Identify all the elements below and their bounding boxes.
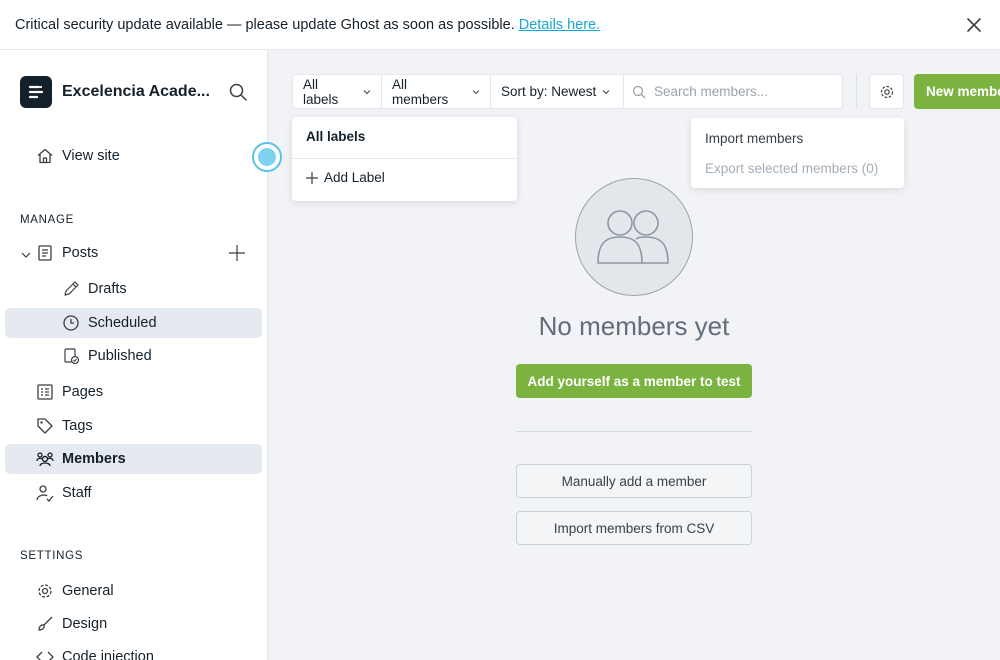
import-members-item[interactable]: Import members: [705, 131, 803, 146]
pages-icon: [36, 383, 54, 401]
gear-icon: [880, 85, 893, 98]
sidebar-item-drafts[interactable]: Drafts: [5, 274, 262, 304]
code-icon: [36, 648, 54, 660]
chevron-down-icon: [363, 89, 371, 94]
divider: [516, 431, 752, 432]
site-brand[interactable]: Excelencia Acade...: [20, 76, 210, 108]
sidebar-item-label: Scheduled: [88, 315, 157, 331]
manage-section-title: MANAGE: [20, 214, 75, 226]
search-icon: [632, 85, 646, 98]
sidebar-item-code-injection[interactable]: Code injection: [5, 642, 262, 660]
brush-icon: [36, 615, 54, 633]
sidebar-item-scheduled[interactable]: Scheduled: [5, 308, 262, 338]
sidebar-item-published[interactable]: Published: [5, 341, 262, 371]
add-label-text: Add Label: [324, 170, 385, 185]
sidebar-item-pages[interactable]: Pages: [5, 377, 262, 407]
tag-icon: [36, 417, 54, 435]
sidebar-item-label: Posts: [62, 245, 99, 261]
sidebar-item-label: Code injection: [62, 649, 154, 660]
sidebar-item-label: Published: [88, 348, 152, 364]
sidebar-item-label: Pages: [62, 384, 104, 400]
labels-dropdown: All labels Add Label: [292, 117, 517, 201]
close-icon[interactable]: [965, 16, 983, 34]
manually-add-member-button[interactable]: Manually add a member: [516, 464, 752, 498]
sidebar-item-label: Drafts: [88, 281, 127, 297]
staff-icon: [36, 484, 54, 502]
chevron-down-icon: [472, 89, 480, 94]
sidebar-item-label: View site: [62, 148, 120, 164]
toolbar-divider: [856, 74, 857, 109]
members-filter-button[interactable]: All members: [382, 74, 491, 109]
sidebar-item-members[interactable]: Members: [5, 444, 262, 474]
sidebar-item-posts[interactable]: Posts: [5, 238, 220, 268]
published-icon: [62, 347, 80, 365]
import-csv-button[interactable]: Import members from CSV: [516, 511, 752, 545]
sidebar-item-label: Tags: [62, 418, 93, 434]
members-placeholder-icon: [575, 178, 693, 296]
pencil-icon: [62, 280, 80, 298]
sidebar-item-label: Design: [62, 616, 108, 632]
clock-icon: [62, 314, 80, 332]
sidebar-item-design[interactable]: Design: [5, 609, 262, 639]
sidebar-item-label: General: [62, 583, 114, 599]
banner-message: Critical security update available — ple…: [15, 16, 515, 33]
search-input[interactable]: [654, 84, 834, 99]
members-filter-label: All members: [392, 76, 449, 107]
home-icon: [36, 147, 54, 165]
labels-dropdown-header[interactable]: All labels: [306, 129, 365, 144]
site-name: Excelencia Acade...: [62, 83, 210, 100]
labels-filter-label: All labels: [303, 76, 339, 107]
labels-filter-button[interactable]: All labels: [292, 74, 382, 109]
sort-button[interactable]: Sort by: Newest: [491, 74, 624, 109]
sidebar-item-tags[interactable]: Tags: [5, 411, 262, 441]
security-banner: Critical security update available — ple…: [0, 0, 1000, 50]
members-icon: [36, 450, 54, 468]
chevron-down-icon: [602, 89, 610, 94]
search-icon[interactable]: [228, 82, 248, 102]
posts-icon: [36, 244, 54, 262]
sidebar-item-general[interactable]: General: [5, 576, 262, 606]
sidebar-item-view-site[interactable]: View site: [5, 141, 262, 171]
sidebar: Excelencia Acade... View site MANAGE Pos…: [0, 50, 268, 660]
new-member-button[interactable]: New member: [914, 74, 1000, 109]
members-toolbar: All labels All members Sort by: Newest: [292, 74, 843, 109]
banner-details-link[interactable]: Details here.: [519, 17, 600, 33]
plus-icon: [306, 171, 318, 184]
sidebar-item-label: Staff: [62, 485, 92, 501]
site-logo-icon: [20, 76, 52, 108]
sidebar-item-staff[interactable]: Staff: [5, 478, 262, 508]
member-actions-dropdown: Import members Export selected members (…: [691, 118, 904, 188]
search-box: [624, 74, 843, 109]
member-actions-button[interactable]: [869, 74, 904, 109]
add-yourself-button[interactable]: Add yourself as a member to test: [516, 364, 752, 398]
add-label-button[interactable]: Add Label: [306, 170, 385, 185]
divider: [292, 158, 517, 159]
settings-section-title: SETTINGS: [20, 550, 84, 562]
gear-icon: [36, 582, 54, 600]
pointer-indicator: [252, 142, 282, 172]
export-members-item: Export selected members (0): [705, 161, 879, 176]
empty-state-title: No members yet: [538, 311, 730, 341]
sidebar-item-label: Members: [62, 451, 126, 467]
add-post-icon[interactable]: [228, 244, 246, 262]
sort-label: Sort by: Newest: [501, 84, 597, 99]
